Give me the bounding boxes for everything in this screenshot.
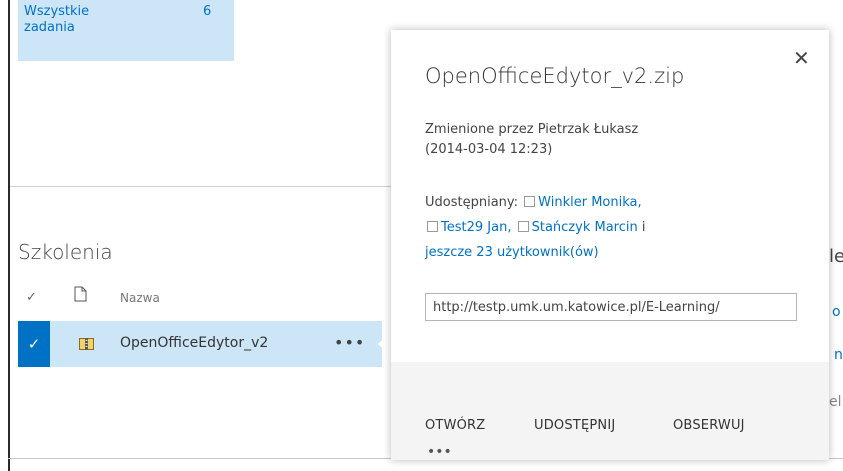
file-callout: ✕ OpenOfficeEdytor_v2.zip Zmienione prze… <box>391 30 829 460</box>
section-title: Szkolenia <box>18 240 113 264</box>
section-divider <box>10 186 400 187</box>
clipped-heading: le <box>829 246 843 267</box>
document-type-icon <box>74 286 87 302</box>
more-actions-button[interactable]: ••• <box>427 444 452 460</box>
clipped-link-1[interactable]: o <box>832 304 841 320</box>
presence-icon <box>517 221 529 232</box>
row-checkmark-icon[interactable]: ✓ <box>18 321 50 367</box>
shared-with: Udostępniany: Winkler Monika, Test29 Jan… <box>425 190 815 265</box>
window-left-border <box>8 0 10 471</box>
modified-by: Zmienione przez Pietrzak Łukasz <box>425 122 639 137</box>
select-all-checkmark-icon[interactable]: ✓ <box>26 290 37 305</box>
more-users-link[interactable]: jeszcze 23 użytkownik(ów) <box>425 245 599 260</box>
file-name-link[interactable]: OpenOfficeEdytor_v2 <box>120 335 268 351</box>
row-menu-button[interactable]: ••• <box>324 321 382 367</box>
callout-title: OpenOfficeEdytor_v2.zip <box>425 64 685 88</box>
follow-button[interactable]: OBSERWUJ <box>673 418 745 433</box>
shared-user-link[interactable]: Test29 Jan, <box>441 220 511 235</box>
ellipsis-icon: ••• <box>334 333 366 352</box>
close-icon[interactable]: ✕ <box>793 46 810 70</box>
document-url-field[interactable] <box>425 293 797 321</box>
presence-icon <box>427 221 438 232</box>
shared-user-link[interactable]: Stańczyk Marcin <box>532 220 638 235</box>
presence-icon <box>524 196 536 207</box>
shared-user-link[interactable]: Winkler Monika, <box>538 195 641 210</box>
and-text: i <box>641 220 646 235</box>
all-tasks-count: 6 <box>203 4 212 19</box>
modified-info: Zmienione przez Pietrzak Łukasz (2014-03… <box>425 120 638 160</box>
shared-label: Udostępniany: <box>425 195 519 210</box>
callout-actions: OTWÓRZ UDOSTĘPNIJ OBSERWUJ ••• <box>391 362 829 460</box>
clipped-link-2[interactable]: nic <box>834 347 843 363</box>
column-header-name[interactable]: Nazwa <box>120 291 160 305</box>
share-button[interactable]: UDOSTĘPNIJ <box>534 418 615 433</box>
all-tasks-label[interactable]: Wszystkie zadania <box>24 4 134 36</box>
open-button[interactable]: OTWÓRZ <box>425 418 485 433</box>
callout-pointer <box>378 332 391 356</box>
modified-date: (2014-03-04 12:23) <box>425 142 553 157</box>
zip-file-icon <box>79 338 94 350</box>
clipped-text: el <box>829 394 842 410</box>
